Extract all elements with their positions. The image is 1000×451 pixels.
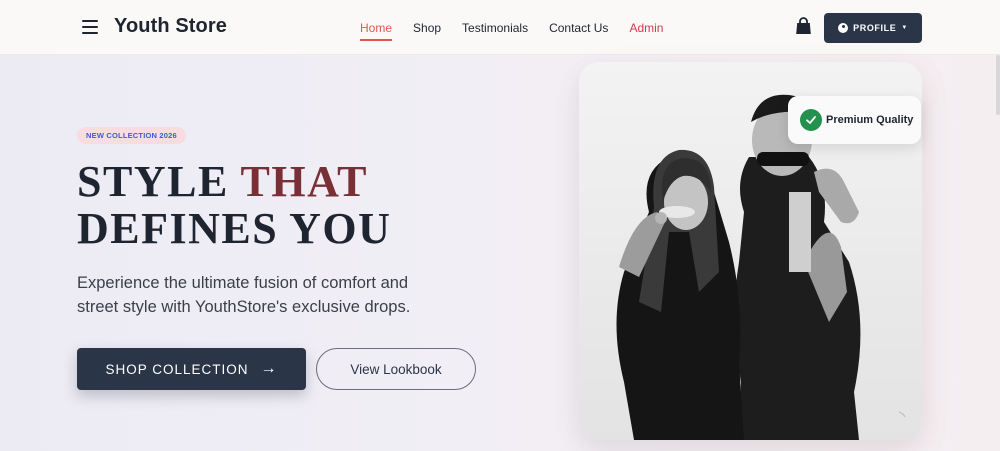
- nav-link-testimonials[interactable]: Testimonials: [462, 15, 528, 41]
- checkmark-icon: [800, 109, 822, 131]
- navbar: Youth Store Home Shop Testimonials Conta…: [0, 0, 1000, 55]
- nav-link-contact[interactable]: Contact Us: [549, 15, 608, 41]
- arrow-right-icon: →: [260, 360, 278, 377]
- collection-badge: NEW COLLECTION 2026: [77, 127, 186, 144]
- main-nav: Home Shop Testimonials Contact Us Admin: [360, 0, 684, 55]
- hero-section: NEW COLLECTION 2026 STYLE THAT DEFINES Y…: [0, 55, 1000, 451]
- headline-part1: STYLE: [77, 157, 241, 206]
- shopping-bag-icon[interactable]: [795, 17, 812, 35]
- profile-button[interactable]: PROFILE ▼: [824, 13, 922, 43]
- premium-quality-label: Premium Quality: [826, 114, 914, 126]
- headline-accent: THAT: [240, 157, 368, 206]
- view-lookbook-button[interactable]: View Lookbook: [316, 348, 476, 390]
- page: Youth Store Home Shop Testimonials Conta…: [0, 0, 1000, 451]
- model-man: [734, 94, 861, 440]
- premium-quality-badge: Premium Quality: [788, 96, 921, 144]
- hamburger-icon[interactable]: [82, 20, 98, 34]
- headline-line2: DEFINES YOU: [77, 204, 392, 253]
- shop-collection-label: SHOP COLLECTION: [105, 361, 249, 377]
- caret-down-icon: ▼: [901, 25, 908, 31]
- brand-logo[interactable]: Youth Store: [114, 15, 227, 38]
- page-scrollbar[interactable]: [996, 55, 1000, 115]
- nav-link-home[interactable]: Home: [360, 15, 393, 41]
- nav-link-shop[interactable]: Shop: [413, 15, 441, 41]
- hero-subtitle: Experience the ultimate fusion of comfor…: [77, 274, 411, 316]
- model-woman: [616, 149, 744, 440]
- user-circle-icon: [838, 23, 849, 33]
- profile-label: PROFILE: [853, 23, 897, 33]
- shop-collection-button[interactable]: SHOP COLLECTION →: [77, 348, 306, 390]
- hero-headline: STYLE THAT DEFINES YOU: [77, 158, 391, 252]
- nav-link-admin[interactable]: Admin: [629, 15, 663, 41]
